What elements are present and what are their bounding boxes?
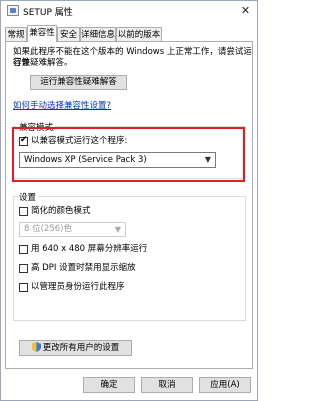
os-version-value: Windows XP (Service Pack 3) xyxy=(24,155,147,165)
run-troubleshooter-button[interactable]: 运行兼容性疑难解答 xyxy=(30,75,127,90)
compat-mode-checkbox[interactable] xyxy=(19,135,28,146)
res-640-checkbox[interactable] xyxy=(19,245,28,254)
compat-mode-label: 以兼容模式运行这个程序: xyxy=(31,136,128,146)
manual-settings-link[interactable]: 如何手动选择兼容性设置? xyxy=(13,99,111,111)
tab-general[interactable]: 常规 xyxy=(5,27,27,41)
shield-icon xyxy=(31,342,41,352)
intro-line-2: 容性疑难解答。 xyxy=(13,58,73,68)
tab-security[interactable]: 安全 xyxy=(57,27,80,41)
dpi-scaling-checkbox[interactable] xyxy=(19,264,28,273)
tab-details[interactable]: 详细信息 xyxy=(80,27,116,41)
compat-mode-title: 兼容模式 xyxy=(17,121,56,133)
ok-button[interactable]: 确定 xyxy=(83,377,135,393)
tab-previous-versions[interactable]: 以前的版本 xyxy=(116,27,162,41)
res-640-label: 用 640 x 480 屏幕分辨率运行 xyxy=(31,244,148,254)
os-version-select[interactable]: Windows XP (Service Pack 3) ▼ xyxy=(19,152,216,168)
app-icon xyxy=(7,5,19,16)
chevron-down-icon: ▼ xyxy=(204,155,211,164)
run-as-admin-label: 以管理员身份运行此程序 xyxy=(31,282,125,292)
reduced-color-checkbox[interactable] xyxy=(19,207,28,216)
cancel-button[interactable]: 取消 xyxy=(141,377,193,393)
window-title: SETUP 属性 xyxy=(23,8,73,18)
apply-button[interactable]: 应用(A) xyxy=(199,377,251,393)
chevron-down-icon: ▼ xyxy=(114,225,121,234)
close-icon[interactable]: ✕ xyxy=(238,4,253,17)
properties-window: SETUP 属性 ✕ 常规 兼容性 安全 详细信息 以前的版本 如果此程序不能在… xyxy=(0,0,258,401)
dpi-scaling-label: 高 DPI 设置时禁用显示缩放 xyxy=(31,263,136,273)
tab-compatibility[interactable]: 兼容性 xyxy=(27,25,57,42)
title-bar: SETUP 属性 ✕ xyxy=(1,1,257,21)
compatibility-panel: 如果此程序不能在这个版本的 Windows 上正常工作，请尝试运行兼 容性疑难解… xyxy=(5,41,253,369)
color-depth-select[interactable]: 8 位(256)色 ▼ xyxy=(19,222,126,237)
reduced-color-label: 简化的颜色模式 xyxy=(31,206,91,216)
run-as-admin-checkbox[interactable] xyxy=(19,283,28,292)
color-depth-value: 8 位(256)色 xyxy=(24,224,72,234)
settings-title: 设置 xyxy=(17,191,39,203)
change-all-users-label: 更改所有用户的设置 xyxy=(42,343,120,353)
change-all-users-button[interactable]: 更改所有用户的设置 xyxy=(19,340,132,356)
